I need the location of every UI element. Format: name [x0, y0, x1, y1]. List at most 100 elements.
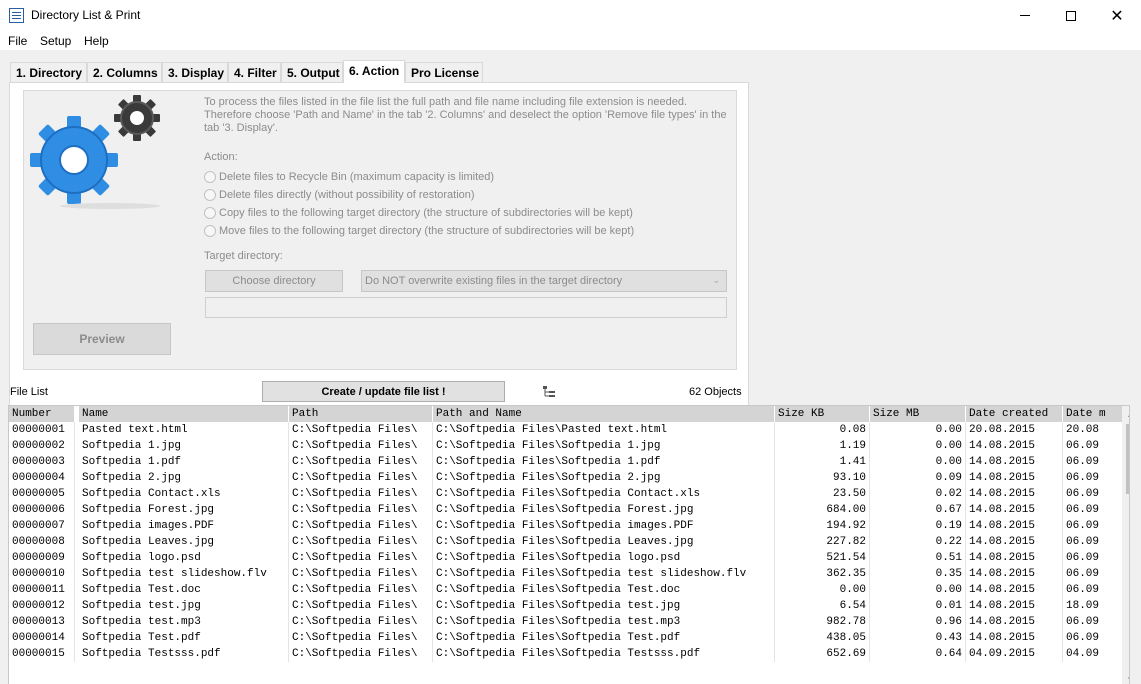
- scroll-down-icon[interactable]: ▼: [1122, 671, 1129, 684]
- column-header[interactable]: Path and Name: [433, 406, 775, 422]
- table-cell: 227.82: [775, 534, 870, 550]
- radio-label: Delete files directly (without possibili…: [219, 189, 475, 201]
- file-list-label: File List: [10, 386, 48, 398]
- column-header[interactable]: Name: [79, 406, 289, 422]
- table-cell: 0.51: [870, 550, 966, 566]
- column-header[interactable]: Size MB: [870, 406, 966, 422]
- table-row[interactable]: 00000002 Softpedia 1.jpg C:\Softpedia File…: [9, 438, 1123, 454]
- table-cell: 0.43: [870, 630, 966, 646]
- column-header[interactable]: Date m: [1063, 406, 1123, 422]
- table-cell: Softpedia Contact.xls: [79, 486, 289, 502]
- table-cell: 06.09: [1063, 502, 1123, 518]
- table-cell: C:\Softpedia Files\: [289, 614, 433, 630]
- table-row[interactable]: 00000003 Softpedia 1.pdf C:\Softpedia File…: [9, 454, 1123, 470]
- table-row[interactable]: 00000005 Softpedia Contact.xls C:\Softpedi…: [9, 486, 1123, 502]
- radio-circle[interactable]: [204, 189, 216, 201]
- table-cell: C:\Softpedia Files\Softpedia Test.doc: [433, 582, 775, 598]
- preview-button[interactable]: Preview: [33, 323, 171, 355]
- table-row[interactable]: 00000014 Softpedia Test.pdf C:\Softpedia F…: [9, 630, 1123, 646]
- table-cell: C:\Softpedia Files\Softpedia test slides…: [433, 566, 775, 582]
- table-cell: 0.00: [775, 582, 870, 598]
- table-cell: C:\Softpedia Files\: [289, 438, 433, 454]
- tab-directory[interactable]: 1. Directory: [10, 62, 87, 82]
- table-cell: C:\Softpedia Files\Softpedia test.jpg: [433, 598, 775, 614]
- action-info-text: To process the files listed in the file …: [204, 96, 727, 134]
- radio-label: Copy files to the following target direc…: [219, 207, 633, 219]
- table-cell: Softpedia Leaves.jpg: [79, 534, 289, 550]
- column-header[interactable]: Date created: [966, 406, 1063, 422]
- minimize-button[interactable]: [1002, 0, 1048, 31]
- tree-view-icon[interactable]: [543, 386, 555, 398]
- table-cell: Pasted text.html: [79, 422, 289, 438]
- radio-delete-directly[interactable]: Delete files directly (without possibili…: [204, 189, 475, 201]
- menu-help[interactable]: Help: [84, 34, 109, 48]
- table-row[interactable]: 00000012 Softpedia test.jpg C:\Softpedia F…: [9, 598, 1123, 614]
- table-cell: 93.10: [775, 470, 870, 486]
- target-directory-input[interactable]: [205, 297, 727, 318]
- radio-copy-files[interactable]: Copy files to the following target direc…: [204, 207, 633, 219]
- table-cell: 0.09: [870, 470, 966, 486]
- table-cell: C:\Softpedia Files\: [289, 534, 433, 550]
- table-cell: 14.08.2015: [966, 598, 1063, 614]
- table-row[interactable]: 00000004 Softpedia 2.jpg C:\Softpedia File…: [9, 470, 1123, 486]
- vertical-scrollbar[interactable]: ▲ ▼: [1122, 406, 1129, 684]
- scroll-up-icon[interactable]: ▲: [1122, 406, 1129, 423]
- table-cell: 00000001: [9, 422, 75, 438]
- menu-file[interactable]: File: [8, 34, 27, 48]
- table-cell: C:\Softpedia Files\: [289, 598, 433, 614]
- maximize-button[interactable]: [1048, 0, 1094, 31]
- scrollbar-thumb[interactable]: [1126, 424, 1129, 494]
- table-row[interactable]: 00000007 Softpedia images.PDF C:\Softpedia…: [9, 518, 1123, 534]
- table-cell: 00000004: [9, 470, 75, 486]
- tab-action[interactable]: 6. Action: [343, 60, 405, 83]
- table-cell: 652.69: [775, 646, 870, 662]
- table-cell: 0.02: [870, 486, 966, 502]
- column-header[interactable]: Number: [9, 406, 75, 422]
- table-row[interactable]: 00000015 Softpedia Testsss.pdf C:\Softpedi…: [9, 646, 1123, 662]
- table-cell: 00000003: [9, 454, 75, 470]
- table-cell: 0.00: [870, 582, 966, 598]
- table-cell: 982.78: [775, 614, 870, 630]
- table-cell: C:\Softpedia Files\Softpedia test.mp3: [433, 614, 775, 630]
- table-row[interactable]: 00000011 Softpedia Test.doc C:\Softpedia F…: [9, 582, 1123, 598]
- tab-output[interactable]: 5. Output: [281, 62, 343, 82]
- overwrite-select[interactable]: Do NOT overwrite existing files in the t…: [361, 270, 727, 292]
- table-cell: C:\Softpedia Files\Softpedia Forest.jpg: [433, 502, 775, 518]
- table-row[interactable]: 00000008 Softpedia Leaves.jpg C:\Softpedia…: [9, 534, 1123, 550]
- table-cell: 06.09: [1063, 630, 1123, 646]
- table-row[interactable]: 00000001 Pasted text.html C:\Softpedia Fil…: [9, 422, 1123, 438]
- table-cell: 00000014: [9, 630, 75, 646]
- radio-circle[interactable]: [204, 207, 216, 219]
- table-cell: C:\Softpedia Files\Softpedia Leaves.jpg: [433, 534, 775, 550]
- table-cell: 0.64: [870, 646, 966, 662]
- menu-setup[interactable]: Setup: [40, 34, 71, 48]
- table-cell: C:\Softpedia Files\: [289, 518, 433, 534]
- table-cell: 06.09: [1063, 518, 1123, 534]
- table-cell: Softpedia Test.doc: [79, 582, 289, 598]
- table-cell: 06.09: [1063, 550, 1123, 566]
- radio-recycle-bin[interactable]: Delete files to Recycle Bin (maximum cap…: [204, 171, 494, 183]
- maximize-icon: [1066, 10, 1076, 21]
- radio-move-files[interactable]: Move files to the following target direc…: [204, 225, 634, 237]
- file-list-grid[interactable]: Number Name Path Path and Name Size KB Size M…: [8, 405, 1130, 684]
- tab-filter[interactable]: 4. Filter: [228, 62, 281, 82]
- chevron-down-icon: ⌄: [712, 275, 720, 285]
- radio-circle[interactable]: [204, 225, 216, 237]
- table-cell: 1.19: [775, 438, 870, 454]
- table-row[interactable]: 00000006 Softpedia Forest.jpg C:\Softpedia…: [9, 502, 1123, 518]
- table-row[interactable]: 00000013 Softpedia test.mp3 C:\Softpedia F…: [9, 614, 1123, 630]
- column-header[interactable]: Size KB: [775, 406, 870, 422]
- table-row[interactable]: 00000009 Softpedia logo.psd C:\Softpedia F…: [9, 550, 1123, 566]
- table-cell: 00000006: [9, 502, 75, 518]
- tab-pro-license[interactable]: Pro License: [405, 62, 483, 82]
- table-row[interactable]: 00000010 Softpedia test slideshow.flv C:\S…: [9, 566, 1123, 582]
- radio-circle[interactable]: [204, 171, 216, 183]
- action-label: Action:: [204, 151, 238, 163]
- tab-display[interactable]: 3. Display: [162, 62, 228, 82]
- tab-columns[interactable]: 2. Columns: [87, 62, 162, 82]
- close-button[interactable]: ✕: [1094, 0, 1140, 31]
- create-update-file-list-button[interactable]: Create / update file list !: [262, 381, 505, 402]
- choose-directory-button[interactable]: Choose directory: [205, 270, 343, 292]
- column-header[interactable]: Path: [289, 406, 433, 422]
- table-cell: C:\Softpedia Files\: [289, 454, 433, 470]
